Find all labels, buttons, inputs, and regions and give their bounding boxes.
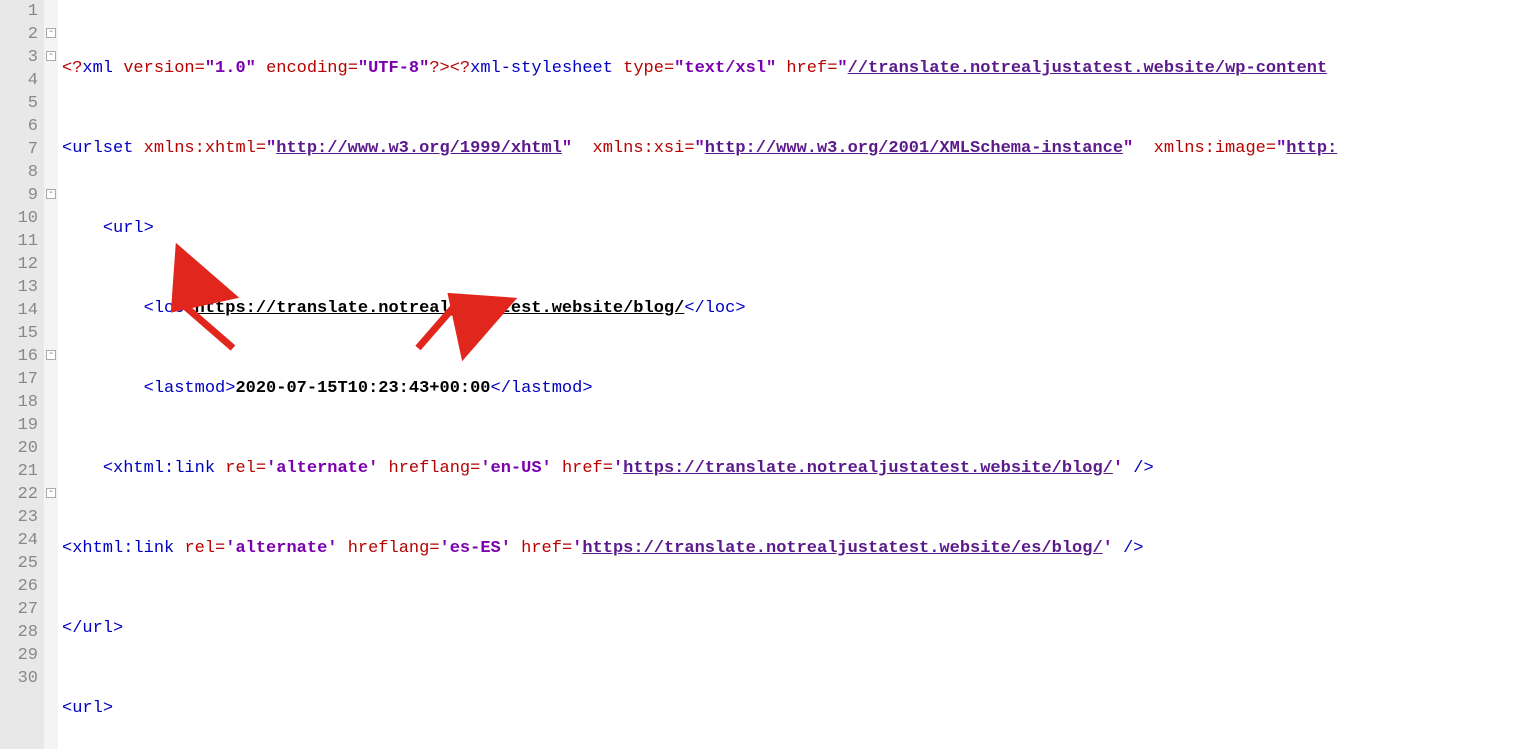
code-line: <loc>https://translate.notrealjustatest.…: [62, 297, 1536, 320]
line-number: 9: [0, 184, 38, 207]
line-number: 15: [0, 322, 38, 345]
fold-marker-icon[interactable]: -: [46, 28, 56, 38]
line-number: 10: [0, 207, 38, 230]
line-number: 18: [0, 391, 38, 414]
line-number: 25: [0, 552, 38, 575]
fold-marker-icon[interactable]: -: [46, 51, 56, 61]
code-line: <xhtml:link rel='alternate' hreflang='es…: [62, 537, 1536, 560]
fold-marker-icon[interactable]: -: [46, 350, 56, 360]
line-number: 12: [0, 253, 38, 276]
code-line: <url>: [62, 217, 1536, 240]
line-number: 16: [0, 345, 38, 368]
line-number: 21: [0, 460, 38, 483]
line-number: 5: [0, 92, 38, 115]
code-line: <xhtml:link rel='alternate' hreflang='en…: [62, 457, 1536, 480]
line-number: 3: [0, 46, 38, 69]
line-number: 30: [0, 667, 38, 690]
line-number: 11: [0, 230, 38, 253]
line-number: 28: [0, 621, 38, 644]
line-number: 19: [0, 414, 38, 437]
line-number: 24: [0, 529, 38, 552]
line-number: 8: [0, 161, 38, 184]
code-line: <?xml version="1.0" encoding="UTF-8"?><?…: [62, 57, 1536, 80]
fold-marker-icon[interactable]: -: [46, 189, 56, 199]
line-number: 27: [0, 598, 38, 621]
line-number: 22: [0, 483, 38, 506]
line-number: 6: [0, 115, 38, 138]
code-line: <urlset xmlns:xhtml="http://www.w3.org/1…: [62, 137, 1536, 160]
line-number: 17: [0, 368, 38, 391]
line-number-gutter: 1 2 3 4 5 6 7 8 9 10 11 12 13 14 15 16 1…: [0, 0, 44, 749]
line-number: 2: [0, 23, 38, 46]
line-number: 29: [0, 644, 38, 667]
fold-marker-icon[interactable]: -: [46, 488, 56, 498]
code-line: <url>: [62, 697, 1536, 720]
line-number: 23: [0, 506, 38, 529]
code-line: <lastmod>2020-07-15T10:23:43+00:00</last…: [62, 377, 1536, 400]
line-number: 26: [0, 575, 38, 598]
line-number: 7: [0, 138, 38, 161]
line-number: 1: [0, 0, 38, 23]
code-line: </url>: [62, 617, 1536, 640]
code-editor: 1 2 3 4 5 6 7 8 9 10 11 12 13 14 15 16 1…: [0, 0, 1536, 749]
line-number: 13: [0, 276, 38, 299]
line-number: 20: [0, 437, 38, 460]
line-number: 14: [0, 299, 38, 322]
fold-column: - - - - -: [44, 0, 58, 749]
line-number: 4: [0, 69, 38, 92]
code-area[interactable]: <?xml version="1.0" encoding="UTF-8"?><?…: [58, 0, 1536, 749]
